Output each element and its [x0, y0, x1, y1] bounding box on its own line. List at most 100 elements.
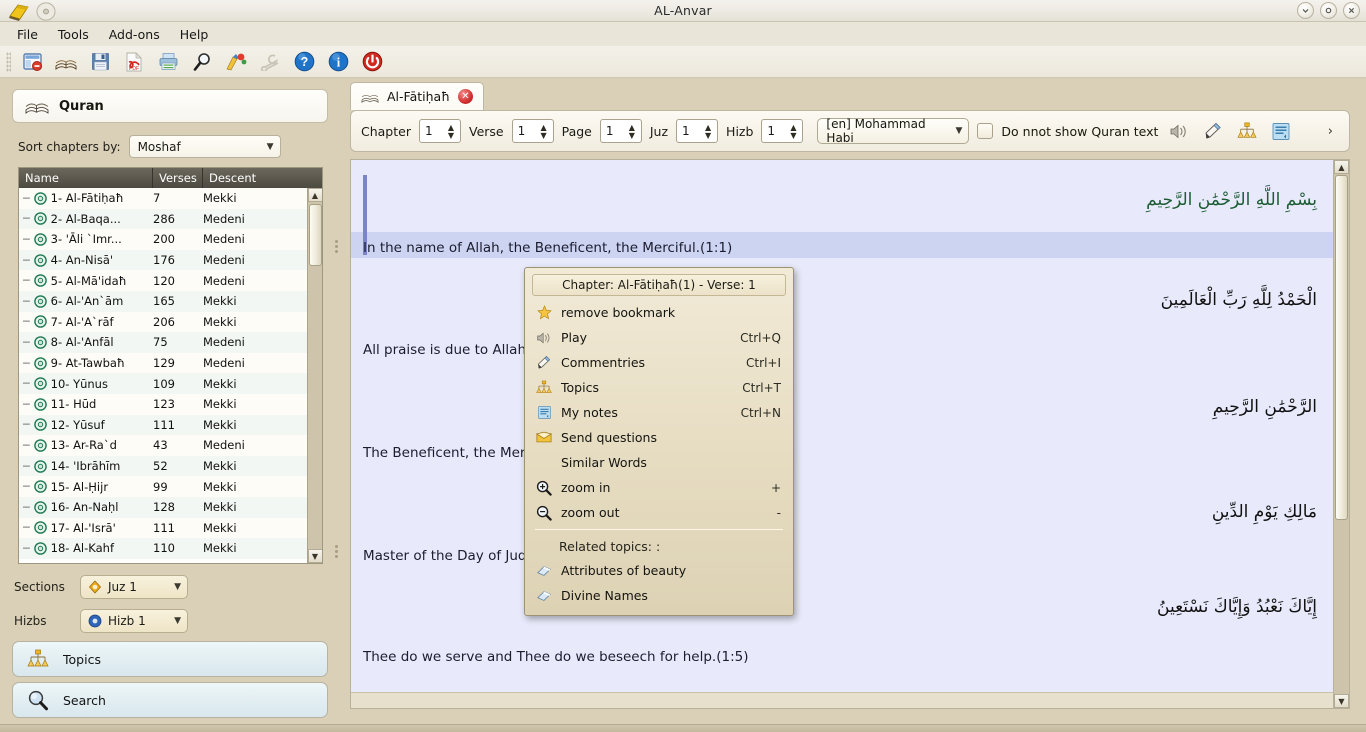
menu-addons[interactable]: Add-ons — [100, 24, 169, 45]
sections-select[interactable]: Juz 1 ▼ — [80, 575, 188, 599]
verse-arabic[interactable]: الرَّحْمَٰنِ الرَّحِيمِ — [1213, 397, 1317, 417]
table-row[interactable]: ─ 11- Hūd 123 Mekki — [19, 393, 307, 415]
menu-item-label: Play — [561, 330, 588, 345]
scroll-up-arrow[interactable]: ▲ — [1334, 160, 1349, 174]
chapter-spinner[interactable]: 1 ▲ ▼ — [418, 119, 461, 143]
table-row[interactable]: ─ 9- At-Tawbaħ 129 Medeni — [19, 352, 307, 374]
topics-button[interactable]: Topics — [12, 641, 328, 677]
related-topic-divine-names[interactable]: Divine Names — [529, 583, 789, 608]
cell-descent: Medeni — [203, 211, 245, 226]
table-row[interactable]: ─ 13- Ar-Ra`d 43 Medeni — [19, 435, 307, 456]
close-window-icon[interactable] — [19, 49, 45, 75]
menu-help[interactable]: Help — [171, 24, 218, 45]
context-menu-item-play[interactable]: Play Ctrl+Q — [529, 325, 789, 350]
column-header-name[interactable]: Name — [19, 168, 153, 188]
context-menu-item-commentries[interactable]: Commentries Ctrl+I — [529, 350, 789, 375]
sort-chapters-select[interactable]: Moshaf ▼ — [128, 135, 281, 158]
scroll-thumb[interactable] — [308, 204, 322, 266]
commentaries-icon[interactable] — [1200, 119, 1226, 143]
related-topic-attributes-of-beauty[interactable]: Attributes of beauty — [529, 558, 789, 583]
column-header-descent[interactable]: Descent — [203, 168, 322, 188]
table-row[interactable]: ─ 7- Al-'A`rāf 206 Mekki — [19, 311, 307, 333]
chapter-marker-icon — [33, 542, 47, 555]
scroll-track[interactable] — [307, 202, 322, 549]
hizbs-select[interactable]: Hizb 1 ▼ — [80, 609, 188, 633]
verse-spinner[interactable]: 1 ▲ ▼ — [511, 119, 554, 143]
verse-arabic[interactable]: الْحَمْدُ لِلَّهِ رَبِّ الْعَالَمِينَ — [1161, 290, 1317, 310]
translation-value: [en] Mohammad Habi — [826, 117, 926, 145]
table-row[interactable]: ─ 6- Al-'An`ām 165 Mekki — [19, 290, 307, 312]
verse-arabic[interactable]: بِسْمِ اللَّهِ الرَّحْمَٰنِ الرَّحِيمِ — [1146, 190, 1317, 210]
chapter-name: 17- Al-'Isrā' — [50, 520, 116, 535]
reader-scrollbar[interactable]: ▲ ▼ — [1333, 160, 1349, 708]
scroll-up-arrow[interactable]: ▲ — [307, 188, 322, 202]
spinner-arrows[interactable]: ▲ ▼ — [626, 121, 638, 141]
table-row[interactable]: ─ 18- Al-Kahf 110 Mekki — [19, 538, 307, 559]
table-row[interactable]: ─ 3- 'Āli `Imr... 200 Medeni — [19, 229, 307, 250]
context-menu-item-zoom-in[interactable]: zoom in + — [529, 475, 789, 500]
menu-file[interactable]: File — [8, 24, 47, 45]
close-button[interactable] — [1343, 2, 1360, 19]
book-icon[interactable] — [53, 49, 79, 75]
spinner-arrows[interactable]: ▲ ▼ — [787, 121, 799, 141]
juz-spinner[interactable]: 1 ▲ ▼ — [676, 119, 719, 143]
scroll-down-arrow[interactable]: ▼ — [1334, 694, 1349, 708]
hizb-spinner[interactable]: 1 ▲ ▼ — [761, 119, 804, 143]
maximize-button[interactable] — [1320, 2, 1337, 19]
scroll-track[interactable] — [1334, 174, 1349, 694]
page-spinner[interactable]: 1 ▲ ▼ — [599, 119, 642, 143]
wrench-icon[interactable] — [257, 49, 283, 75]
speaker-icon[interactable] — [1166, 119, 1192, 143]
context-menu-item-zoom-out[interactable]: zoom out - — [529, 500, 789, 525]
table-row[interactable]: ─ 10- Yūnus 109 Mekki — [19, 373, 307, 394]
spinner-arrows[interactable]: ▲ ▼ — [702, 121, 714, 141]
export-pdf-icon[interactable]: PDF — [121, 49, 147, 75]
save-icon[interactable] — [87, 49, 113, 75]
tab-al-fatihah[interactable]: Al-Fātiḥaħ ✕ — [350, 82, 484, 110]
context-menu-item-send-questions[interactable]: Send questions — [529, 425, 789, 450]
minimize-button[interactable] — [1297, 2, 1314, 19]
verse-arabic[interactable]: مَالِكِ يَوْمِ الدِّينِ — [1212, 502, 1317, 522]
info-icon[interactable]: i — [325, 49, 351, 75]
table-row[interactable]: ─ 16- An-Naḥl 128 Mekki — [19, 496, 307, 518]
spinner-arrows[interactable]: ▲ ▼ — [445, 121, 457, 141]
hide-quran-text-checkbox[interactable] — [977, 123, 994, 139]
disc-icon — [36, 2, 56, 24]
table-row[interactable]: ─ 1- Al-Fātiḥaħ 7 Mekki — [19, 188, 307, 209]
chevron-down-icon: ▼ — [266, 141, 274, 152]
settings-paint-icon[interactable] — [223, 49, 249, 75]
tab-close-icon[interactable]: ✕ — [457, 89, 473, 104]
search-icon[interactable] — [189, 49, 215, 75]
verse-translation[interactable]: Thee do we serve and Thee do we beseech … — [363, 649, 748, 665]
spinner-arrows[interactable]: ▲ ▼ — [538, 121, 550, 141]
notes-icon[interactable] — [1268, 119, 1294, 143]
table-row[interactable]: ─ 15- Al-Ḥijr 99 Mekki — [19, 476, 307, 497]
table-row[interactable]: ─ 5- Al-Mā'idaħ 120 Medeni — [19, 270, 307, 291]
column-header-verses[interactable]: Verses — [153, 168, 203, 188]
table-row[interactable]: ─ 17- Al-'Isrā' 111 Mekki — [19, 517, 307, 539]
topics-tree-icon[interactable] — [1234, 119, 1260, 143]
reader-hscrollbar[interactable] — [351, 692, 1333, 708]
toolbar-grip[interactable] — [6, 51, 11, 72]
context-menu-item-remove-bookmark[interactable]: remove bookmark — [529, 300, 789, 325]
menu-tools[interactable]: Tools — [49, 24, 98, 45]
table-row[interactable]: ─ 4- An-Nisā' 176 Medeni — [19, 249, 307, 271]
table-row[interactable]: ─ 2- Al-Baqa... 286 Medeni — [19, 208, 307, 230]
table-row[interactable]: ─ 8- Al-'Anfāl 75 Medeni — [19, 332, 307, 353]
context-menu-item-topics[interactable]: Topics Ctrl+T — [529, 375, 789, 400]
table-row[interactable]: ─ 12- Yūsuf 111 Mekki — [19, 414, 307, 436]
chapters-scrollbar[interactable]: ▲ ▼ — [307, 188, 322, 563]
context-menu-item-similar-words[interactable]: Similar Words — [529, 450, 789, 475]
print-icon[interactable] — [155, 49, 181, 75]
more-options-icon[interactable]: › — [1328, 124, 1339, 139]
context-menu-item-my-notes[interactable]: My notes Ctrl+N — [529, 400, 789, 425]
search-button[interactable]: Search — [12, 682, 328, 718]
verse-translation[interactable]: In the name of Allah, the Beneficent, th… — [363, 240, 732, 256]
scroll-down-arrow[interactable]: ▼ — [307, 549, 322, 563]
table-row[interactable]: ─ 14- 'Ibrāhīm 52 Mekki — [19, 455, 307, 477]
exit-icon[interactable] — [359, 49, 385, 75]
scroll-thumb[interactable] — [1335, 175, 1348, 520]
translation-select[interactable]: [en] Mohammad Habi ▼ — [817, 117, 970, 145]
verse-arabic[interactable]: إِيَّاكَ نَعْبُدُ وَإِيَّاكَ نَسْتَعِينُ — [1157, 597, 1317, 617]
help-icon[interactable]: ? — [291, 49, 317, 75]
